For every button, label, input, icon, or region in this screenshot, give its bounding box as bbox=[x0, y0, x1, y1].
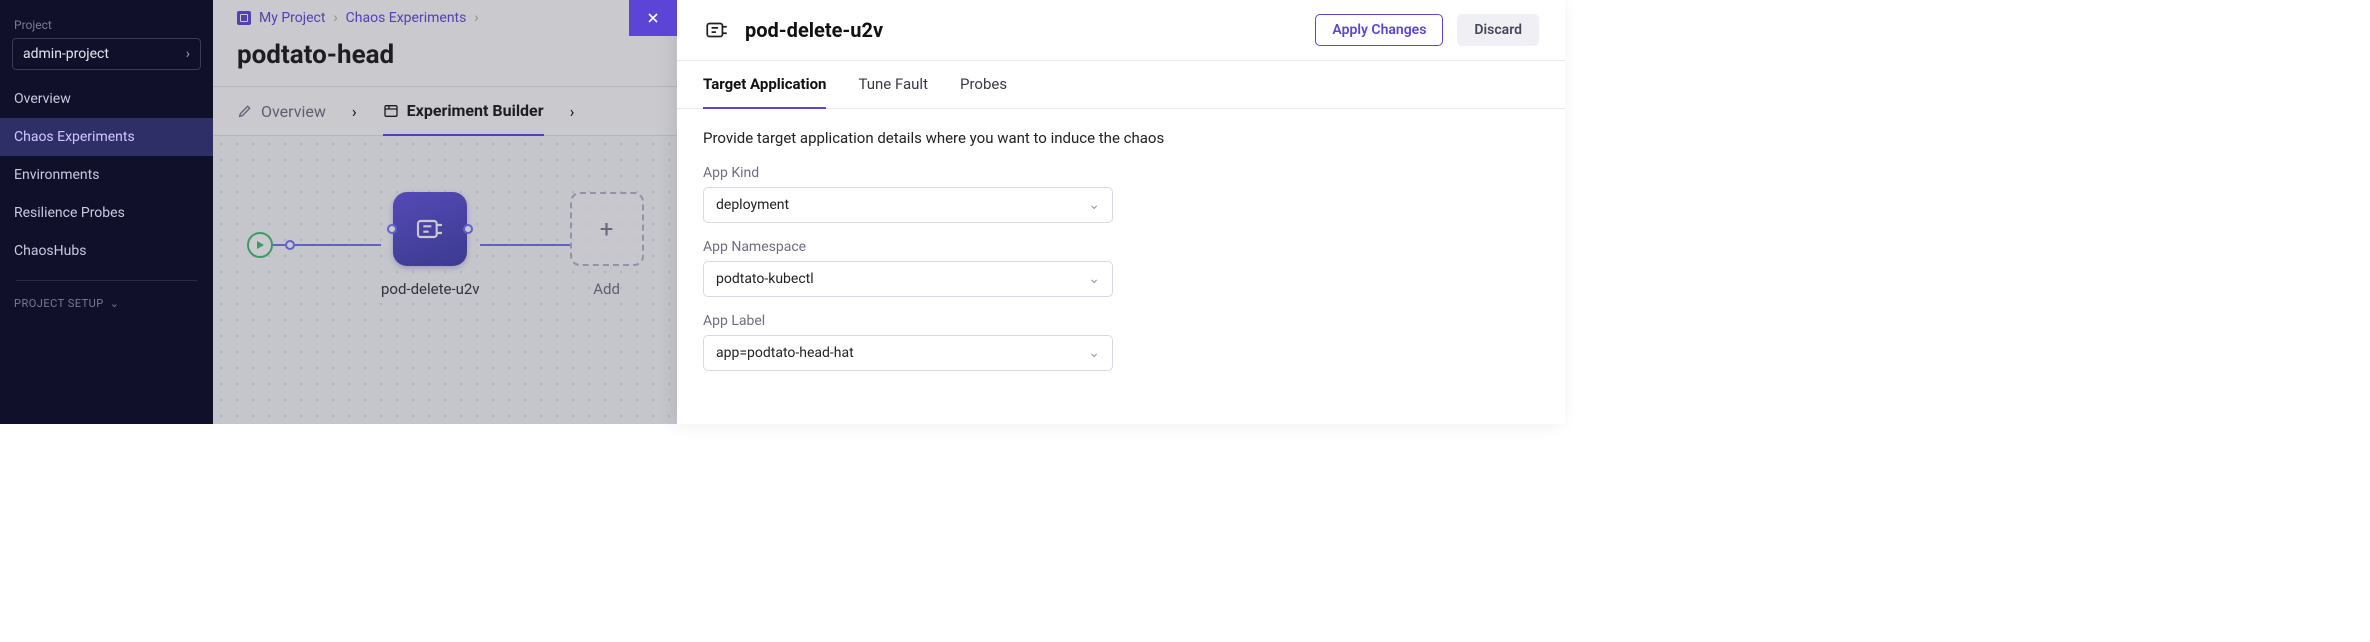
sidebar-item-chaos-experiments[interactable]: Chaos Experiments bbox=[0, 118, 213, 156]
sidebar-item-resilience-probes[interactable]: Resilience Probes bbox=[0, 194, 213, 232]
project-selector[interactable]: admin-project › bbox=[12, 38, 201, 70]
chevron-down-icon: ⌄ bbox=[1088, 197, 1100, 213]
builder-icon bbox=[383, 103, 399, 119]
discard-button[interactable]: Discard bbox=[1457, 14, 1539, 46]
fault-node-box[interactable] bbox=[393, 192, 467, 266]
select-value: deployment bbox=[716, 197, 789, 213]
flow: pod-delete-u2v + Add bbox=[247, 192, 644, 298]
divider bbox=[16, 280, 197, 281]
step-overview[interactable]: Overview bbox=[237, 88, 326, 135]
app-namespace-select[interactable]: podtato-kubectl ⌄ bbox=[703, 261, 1113, 297]
add-node-label: Add bbox=[593, 280, 620, 298]
sidebar-section-project-setup[interactable]: PROJECT SETUP ⌄ bbox=[0, 291, 213, 316]
breadcrumb-item[interactable]: Chaos Experiments bbox=[346, 10, 467, 26]
edge bbox=[273, 244, 285, 246]
add-node-box[interactable]: + bbox=[570, 192, 644, 266]
port[interactable] bbox=[463, 224, 473, 234]
breadcrumb-item[interactable]: My Project bbox=[259, 10, 325, 26]
drawer-header: pod-delete-u2v Apply Changes Discard bbox=[677, 0, 1565, 61]
fault-config-drawer: pod-delete-u2v Apply Changes Discard Tar… bbox=[677, 0, 1565, 424]
port[interactable] bbox=[285, 240, 295, 250]
field-label: App Kind bbox=[703, 165, 1539, 181]
step-label: Experiment Builder bbox=[407, 101, 544, 120]
chevron-right-icon: › bbox=[352, 102, 357, 121]
chaos-icon bbox=[703, 16, 731, 44]
apply-changes-button[interactable]: Apply Changes bbox=[1315, 14, 1443, 46]
drawer-body: Provide target application details where… bbox=[677, 109, 1565, 424]
add-node[interactable]: + Add bbox=[570, 192, 644, 298]
select-value: podtato-kubectl bbox=[716, 271, 814, 287]
close-drawer-button[interactable] bbox=[629, 0, 677, 36]
drawer-tabs: Target Application Tune Fault Probes bbox=[677, 61, 1565, 109]
chevron-down-icon: ⌄ bbox=[1088, 271, 1100, 287]
pencil-icon bbox=[237, 103, 253, 119]
select-value: app=podtato-head-hat bbox=[716, 345, 854, 361]
fault-node[interactable]: pod-delete-u2v bbox=[381, 192, 480, 298]
field-label: App Namespace bbox=[703, 239, 1539, 255]
sidebar: Project admin-project › Overview Chaos E… bbox=[0, 0, 213, 424]
plus-icon: + bbox=[600, 217, 614, 241]
sidebar-item-environments[interactable]: Environments bbox=[0, 156, 213, 194]
chevron-down-icon: ⌄ bbox=[110, 297, 120, 310]
step-label: Overview bbox=[261, 102, 326, 121]
field-label: App Label bbox=[703, 313, 1539, 329]
chevron-right-icon: › bbox=[474, 10, 478, 26]
project-label: Project bbox=[0, 10, 213, 36]
edge bbox=[295, 244, 381, 246]
sidebar-section-label: PROJECT SETUP bbox=[14, 297, 104, 310]
form-description: Provide target application details where… bbox=[703, 129, 1539, 147]
chevron-down-icon: ⌄ bbox=[1088, 345, 1100, 361]
field-app-namespace: App Namespace podtato-kubectl ⌄ bbox=[703, 239, 1539, 297]
port[interactable] bbox=[387, 224, 397, 234]
drawer-title: pod-delete-u2v bbox=[745, 18, 1301, 42]
field-app-label: App Label app=podtato-head-hat ⌄ bbox=[703, 313, 1539, 371]
project-selector-value: admin-project bbox=[23, 46, 109, 62]
chevron-right-icon: › bbox=[186, 46, 190, 62]
sidebar-item-overview[interactable]: Overview bbox=[0, 80, 213, 118]
app-kind-select[interactable]: deployment ⌄ bbox=[703, 187, 1113, 223]
field-app-kind: App Kind deployment ⌄ bbox=[703, 165, 1539, 223]
tab-tune-fault[interactable]: Tune Fault bbox=[858, 61, 928, 108]
tab-probes[interactable]: Probes bbox=[960, 61, 1007, 108]
project-icon bbox=[237, 11, 251, 25]
chevron-right-icon: › bbox=[570, 102, 575, 121]
step-experiment-builder[interactable]: Experiment Builder bbox=[383, 87, 544, 136]
main: My Project › Chaos Experiments › podtato… bbox=[213, 0, 1565, 424]
sidebar-item-chaoshubs[interactable]: ChaosHubs bbox=[0, 232, 213, 270]
chevron-right-icon: › bbox=[333, 10, 337, 26]
play-icon bbox=[255, 240, 265, 250]
app-label-select[interactable]: app=podtato-head-hat ⌄ bbox=[703, 335, 1113, 371]
edge bbox=[480, 244, 570, 246]
tab-target-application[interactable]: Target Application bbox=[703, 61, 826, 109]
close-icon bbox=[645, 10, 661, 26]
fault-node-label: pod-delete-u2v bbox=[381, 280, 480, 298]
start-node[interactable] bbox=[247, 232, 273, 258]
chaos-icon bbox=[414, 213, 446, 245]
